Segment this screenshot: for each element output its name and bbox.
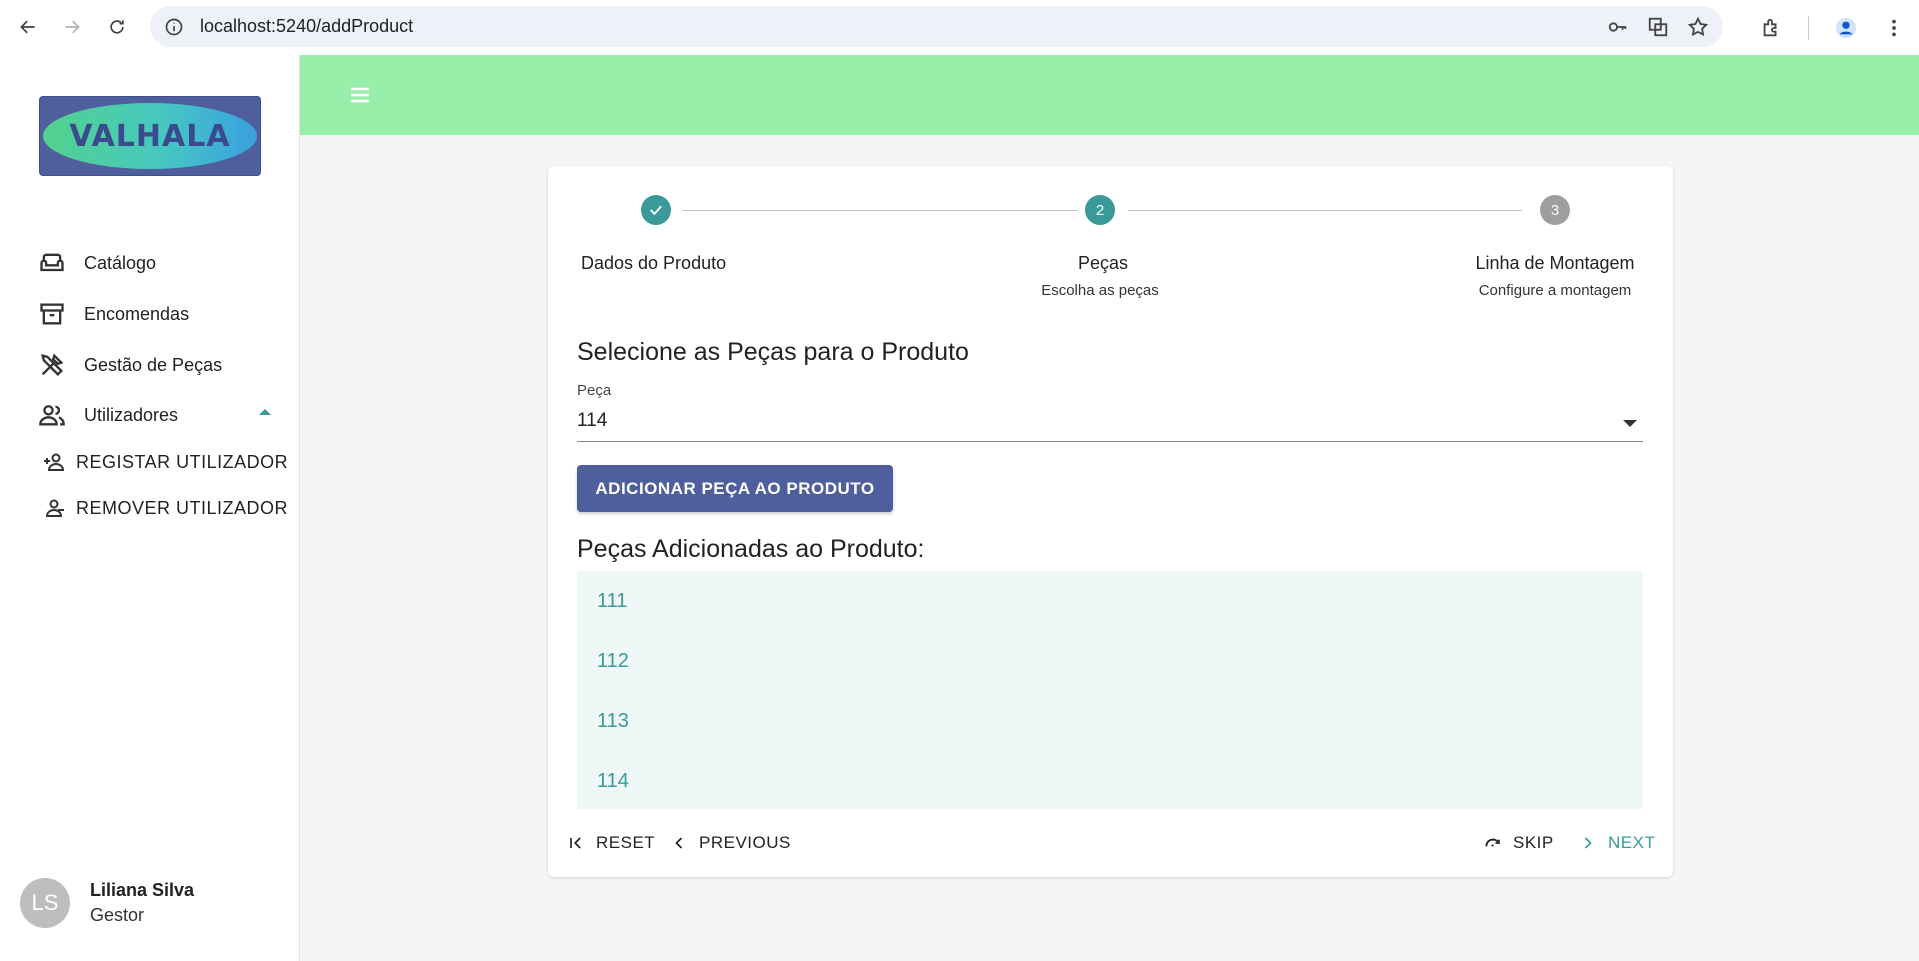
first-page-icon	[570, 837, 581, 849]
people-icon	[38, 401, 66, 429]
translate-icon[interactable]	[1647, 16, 1669, 38]
back-icon[interactable]	[8, 7, 48, 47]
browser-toolbar: localhost:5240/addProduct	[0, 0, 1919, 55]
peca-select[interactable]: 114	[577, 406, 1643, 442]
sidebar-item-utilizadores[interactable]: Utilizadores	[38, 395, 178, 435]
reset-label: RESET	[596, 833, 656, 852]
forward-icon[interactable]	[52, 7, 92, 47]
sidebar-item-label: Utilizadores	[84, 404, 179, 425]
next-label: NEXT	[1608, 833, 1656, 852]
chevron-left-icon	[675, 837, 683, 849]
sidebar-item-label: Gestão de Peças	[84, 354, 223, 375]
skip-label: SKIP	[1513, 833, 1554, 852]
chevron-right-icon	[1584, 837, 1592, 849]
add-part-button[interactable]: ADICIONAR PEÇA AO PRODUTO	[577, 465, 893, 512]
dropdown-arrow-icon[interactable]	[1623, 420, 1637, 427]
user-role: Gestor	[90, 905, 145, 925]
logo-text: VALHALA	[69, 118, 231, 154]
app-bar	[300, 55, 1919, 135]
list-item[interactable]: 114	[577, 751, 1643, 811]
person-remove-icon	[45, 499, 64, 517]
hamburger-menu-icon[interactable]	[348, 83, 372, 107]
added-parts-title: Peças Adicionadas ao Produto:	[577, 535, 925, 563]
user-profile[interactable]: LS Liliana Silva Gestor	[20, 878, 194, 928]
step-3-number[interactable]: 3	[1540, 195, 1570, 225]
sidebar-item-label: Catálogo	[84, 252, 157, 273]
valhala-logo[interactable]: VALHALA	[39, 96, 261, 176]
peca-select-value[interactable]: 114	[577, 410, 607, 432]
sidebar-item-gestao-pecas[interactable]: Gestão de Peças	[38, 345, 222, 385]
skip-arc-icon	[1485, 838, 1500, 847]
bookmark-star-icon[interactable]	[1687, 16, 1709, 38]
page-title: Selecione as Peças para o Produto	[577, 338, 969, 366]
extensions-icon[interactable]	[1760, 17, 1782, 39]
user-name: Liliana Silva	[90, 880, 195, 900]
sidebar-subitem-registar[interactable]: REGISTAR UTILIZADOR	[42, 444, 288, 480]
step-2-label[interactable]: Peças	[1078, 253, 1128, 274]
next-button[interactable]: NEXT	[1578, 830, 1655, 856]
list-item[interactable]: 111	[577, 571, 1643, 631]
skip-button[interactable]: SKIP	[1483, 830, 1554, 856]
sidebar-subitem-remover[interactable]: REMOVER UTILIZADOR	[42, 490, 288, 526]
sidebar-item-catalogo[interactable]: Catálogo	[38, 243, 156, 283]
added-parts-list: 111 112 113 114	[577, 571, 1643, 809]
sidebar-subitem-label: REGISTAR UTILIZADOR	[76, 451, 289, 472]
step-3-sublabel: Configure a montagem	[1478, 282, 1632, 299]
reload-icon[interactable]	[97, 7, 137, 47]
site-info-icon[interactable]	[164, 17, 184, 37]
password-key-icon[interactable]	[1607, 16, 1629, 38]
sidebar-subitem-label: REMOVER UTILIZADOR	[76, 497, 289, 518]
sidebar-item-encomendas[interactable]: Encomendas	[38, 294, 189, 334]
reset-button[interactable]: RESET	[566, 830, 655, 856]
person-add-icon	[44, 453, 65, 471]
list-item[interactable]: 112	[577, 631, 1643, 691]
list-item[interactable]: 113	[577, 691, 1643, 751]
previous-label: PREVIOUS	[699, 833, 791, 852]
collapse-caret-icon[interactable]	[259, 409, 271, 415]
more-menu-icon[interactable]	[1883, 17, 1905, 39]
logo-oval: VALHALA	[43, 103, 257, 169]
add-product-card: 2 3 Dados do Produto Peças Escolha as pe…	[548, 166, 1673, 877]
url-text[interactable]: localhost:5240/addProduct	[200, 16, 413, 37]
sidebar: VALHALA Catálogo Encomendas Gestão de Pe…	[0, 55, 300, 961]
step-1-completed-check-icon[interactable]	[641, 195, 671, 225]
tools-icon	[38, 351, 66, 379]
step-1-label[interactable]: Dados do Produto	[581, 253, 726, 274]
step-2-sublabel: Escolha as peças	[1041, 282, 1159, 299]
toolbar-divider	[1808, 15, 1809, 40]
peca-field-label: Peça	[577, 382, 612, 399]
address-bar[interactable]: localhost:5240/addProduct	[150, 6, 1723, 47]
sofa-icon	[38, 249, 66, 277]
step-3-label[interactable]: Linha de Montagem	[1471, 253, 1639, 274]
step-2-number[interactable]: 2	[1085, 195, 1115, 225]
archive-icon	[38, 300, 66, 328]
step-connector	[683, 210, 1077, 211]
step-connector	[1128, 210, 1522, 211]
avatar[interactable]: LS	[20, 878, 70, 928]
sidebar-item-label: Encomendas	[84, 303, 190, 324]
profile-icon[interactable]	[1835, 17, 1857, 39]
previous-button[interactable]: PREVIOUS	[669, 830, 791, 856]
